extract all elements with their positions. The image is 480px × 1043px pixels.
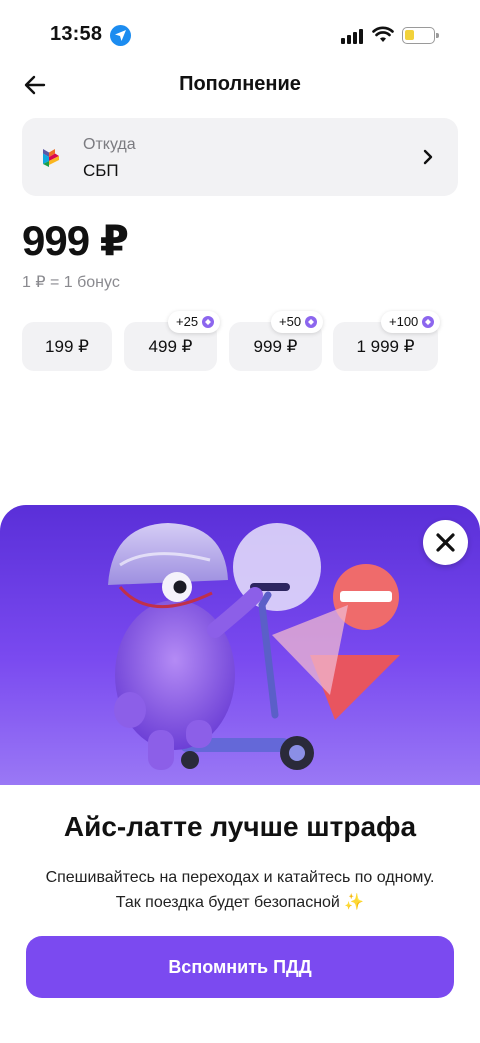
promo-bottom-sheet: Айс-латте лучше штрафа Спешивайтесь на п…	[0, 505, 480, 1043]
monster-on-scooter-illustration	[108, 523, 400, 770]
bonus-rate: 1 ₽ = 1 бонус	[22, 274, 120, 291]
source-value: СБП	[83, 161, 119, 180]
promo-title: Айс-латте лучше штрафа	[63, 811, 417, 842]
battery-icon	[402, 27, 439, 44]
bonus-badge-label: +50	[279, 314, 302, 329]
remember-rules-button[interactable]: Вспомнить ПДД	[26, 936, 454, 998]
close-icon	[436, 533, 455, 552]
bonus-coin-icon	[305, 316, 318, 328]
status-time: 13:58	[50, 23, 103, 45]
bonus-coin-icon	[202, 316, 215, 328]
promo-text-line: Спешивайтесь на переходах и катайтесь по…	[45, 869, 435, 886]
bonus-badge-label: +25	[176, 314, 199, 329]
promo-description: Спешивайтесь на переходах и катайтесь по…	[20, 865, 460, 915]
source-label: Откуда	[83, 136, 136, 153]
promo-text-line: Так поездка будет безопасной ✨	[115, 894, 365, 911]
bonus-coin-icon	[422, 316, 435, 328]
close-button[interactable]	[423, 520, 468, 565]
payment-source-selector[interactable]: Откуда СБП	[22, 118, 458, 196]
bonus-badge-label: +100	[389, 314, 419, 329]
promo-banner-illustration	[0, 505, 480, 785]
wifi-icon	[372, 26, 394, 42]
cellular-signal-icon	[341, 28, 363, 44]
sbp-logo-icon	[43, 149, 59, 167]
page-title: Пополнение	[179, 73, 301, 95]
bonus-badge: +50	[271, 311, 324, 333]
header: Пополнение	[0, 60, 480, 110]
bonus-badge: +100	[381, 311, 441, 333]
bonus-badge: +25	[168, 311, 221, 333]
location-icon	[110, 25, 131, 46]
amount-value[interactable]: 999 ₽	[22, 216, 129, 265]
chevron-right-icon	[423, 149, 433, 165]
amount-chip-199[interactable]: 199 ₽	[22, 322, 112, 371]
